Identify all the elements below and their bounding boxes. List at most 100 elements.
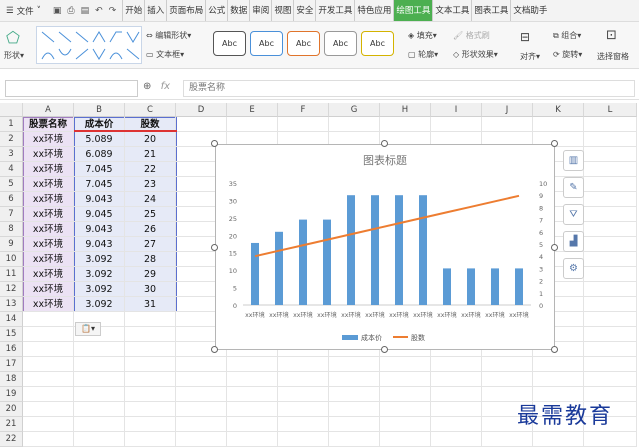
print-icon[interactable]: ⎙ — [67, 6, 74, 16]
table-cell[interactable] — [125, 417, 176, 432]
table-cell[interactable] — [227, 357, 278, 372]
table-cell[interactable]: 20 — [125, 132, 176, 147]
table-cell[interactable] — [125, 327, 176, 342]
table-cell[interactable] — [74, 342, 125, 357]
table-cell[interactable] — [584, 147, 637, 162]
table-cell[interactable] — [329, 402, 380, 417]
table-cell[interactable]: 9.043 — [74, 192, 125, 207]
table-cell[interactable] — [278, 357, 329, 372]
table-cell[interactable] — [431, 357, 482, 372]
table-cell[interactable] — [74, 372, 125, 387]
group-button[interactable]: ⧉ 组合▾ — [553, 30, 581, 41]
table-cell[interactable] — [23, 387, 74, 402]
table-cell[interactable] — [482, 357, 533, 372]
row-header-20[interactable]: 20 — [0, 402, 23, 417]
table-cell[interactable] — [482, 372, 533, 387]
tab-9[interactable]: 特色应用 — [354, 0, 393, 21]
table-cell[interactable] — [431, 387, 482, 402]
table-cell[interactable]: xx环境 — [23, 252, 74, 267]
table-cell[interactable]: xx环境 — [23, 267, 74, 282]
tab-5[interactable]: 审阅 — [249, 0, 271, 21]
tab-0[interactable]: 开始 — [122, 0, 144, 21]
table-cell[interactable] — [584, 222, 637, 237]
table-cell[interactable] — [584, 162, 637, 177]
row-header-19[interactable]: 19 — [0, 387, 23, 402]
table-cell[interactable] — [125, 402, 176, 417]
table-cell[interactable] — [584, 237, 637, 252]
redo-icon[interactable]: ↷ — [109, 6, 117, 16]
row-header-6[interactable]: 6 — [0, 192, 23, 207]
table-cell[interactable] — [584, 282, 637, 297]
tab-3[interactable]: 公式 — [205, 0, 227, 21]
table-cell[interactable] — [584, 312, 637, 327]
row-header-16[interactable]: 16 — [0, 342, 23, 357]
table-cell[interactable] — [380, 417, 431, 432]
table-cell[interactable]: 27 — [125, 237, 176, 252]
table-cell[interactable]: xx环境 — [23, 222, 74, 237]
chart-elements-icon[interactable]: ▥ — [563, 150, 584, 171]
row-header-5[interactable]: 5 — [0, 177, 23, 192]
table-cell[interactable] — [176, 387, 227, 402]
table-cell[interactable]: xx环境 — [23, 177, 74, 192]
tab-13[interactable]: 文档助手 — [510, 0, 549, 21]
table-cell[interactable] — [329, 357, 380, 372]
table-cell[interactable]: 6.089 — [74, 147, 125, 162]
table-cell[interactable] — [227, 402, 278, 417]
tab-6[interactable]: 视图 — [271, 0, 293, 21]
table-cell[interactable]: 5.089 — [74, 132, 125, 147]
table-cell[interactable]: 29 — [125, 267, 176, 282]
tab-2[interactable]: 页面布局 — [166, 0, 205, 21]
table-cell[interactable]: xx环境 — [23, 147, 74, 162]
table-cell[interactable]: 3.092 — [74, 297, 125, 312]
column-header-c[interactable]: C — [125, 103, 176, 117]
select-pane-button[interactable]: 选择窗格 — [597, 51, 629, 62]
table-cell[interactable] — [23, 417, 74, 432]
column-header-i[interactable]: I — [431, 103, 482, 117]
table-cell[interactable] — [278, 417, 329, 432]
row-header-15[interactable]: 15 — [0, 327, 23, 342]
table-cell[interactable] — [431, 372, 482, 387]
tab-1[interactable]: 插入 — [144, 0, 166, 21]
table-cell[interactable]: 24 — [125, 192, 176, 207]
shape-style-2[interactable]: Abc — [287, 31, 320, 56]
shape-style-3[interactable]: Abc — [324, 31, 357, 56]
rotate-button[interactable]: ⟳ 旋转▾ — [553, 49, 582, 60]
column-header-b[interactable]: B — [74, 103, 125, 117]
table-cell[interactable]: xx环境 — [23, 297, 74, 312]
shape-style-0[interactable]: Abc — [213, 31, 246, 56]
table-cell[interactable]: 23 — [125, 177, 176, 192]
shape-style-4[interactable]: Abc — [361, 31, 394, 56]
row-header-18[interactable]: 18 — [0, 372, 23, 387]
table-cell[interactable]: 7.045 — [74, 177, 125, 192]
resize-handle-mr[interactable] — [551, 244, 558, 251]
table-cell[interactable] — [584, 177, 637, 192]
column-header-g[interactable]: G — [329, 103, 380, 117]
resize-handle-bl[interactable] — [211, 346, 218, 353]
select-pane-icon[interactable]: ⊡ — [606, 28, 617, 43]
table-header-cell[interactable] — [380, 117, 431, 132]
textbox-button[interactable]: ▭ 文本框▾ — [146, 49, 184, 60]
table-cell[interactable] — [380, 402, 431, 417]
resize-handle-tr[interactable] — [551, 140, 558, 147]
table-cell[interactable] — [176, 372, 227, 387]
table-cell[interactable]: 7.045 — [74, 162, 125, 177]
table-cell[interactable] — [584, 192, 637, 207]
tab-7[interactable]: 安全 — [293, 0, 315, 21]
table-cell[interactable] — [584, 327, 637, 342]
tab-12[interactable]: 图表工具 — [471, 0, 510, 21]
table-cell[interactable] — [584, 372, 637, 387]
column-header-e[interactable]: E — [227, 103, 278, 117]
row-header-2[interactable]: 2 — [0, 132, 23, 147]
row-header-13[interactable]: 13 — [0, 297, 23, 312]
table-cell[interactable] — [431, 417, 482, 432]
table-cell[interactable] — [23, 357, 74, 372]
shape-button[interactable]: 形状▾ — [4, 50, 24, 61]
table-cell[interactable] — [584, 267, 637, 282]
table-cell[interactable] — [23, 372, 74, 387]
table-cell[interactable] — [584, 357, 637, 372]
column-header-h[interactable]: H — [380, 103, 431, 117]
table-cell[interactable] — [125, 372, 176, 387]
save-icon[interactable]: ▣ — [53, 6, 62, 16]
table-cell[interactable] — [125, 342, 176, 357]
table-cell[interactable] — [125, 312, 176, 327]
